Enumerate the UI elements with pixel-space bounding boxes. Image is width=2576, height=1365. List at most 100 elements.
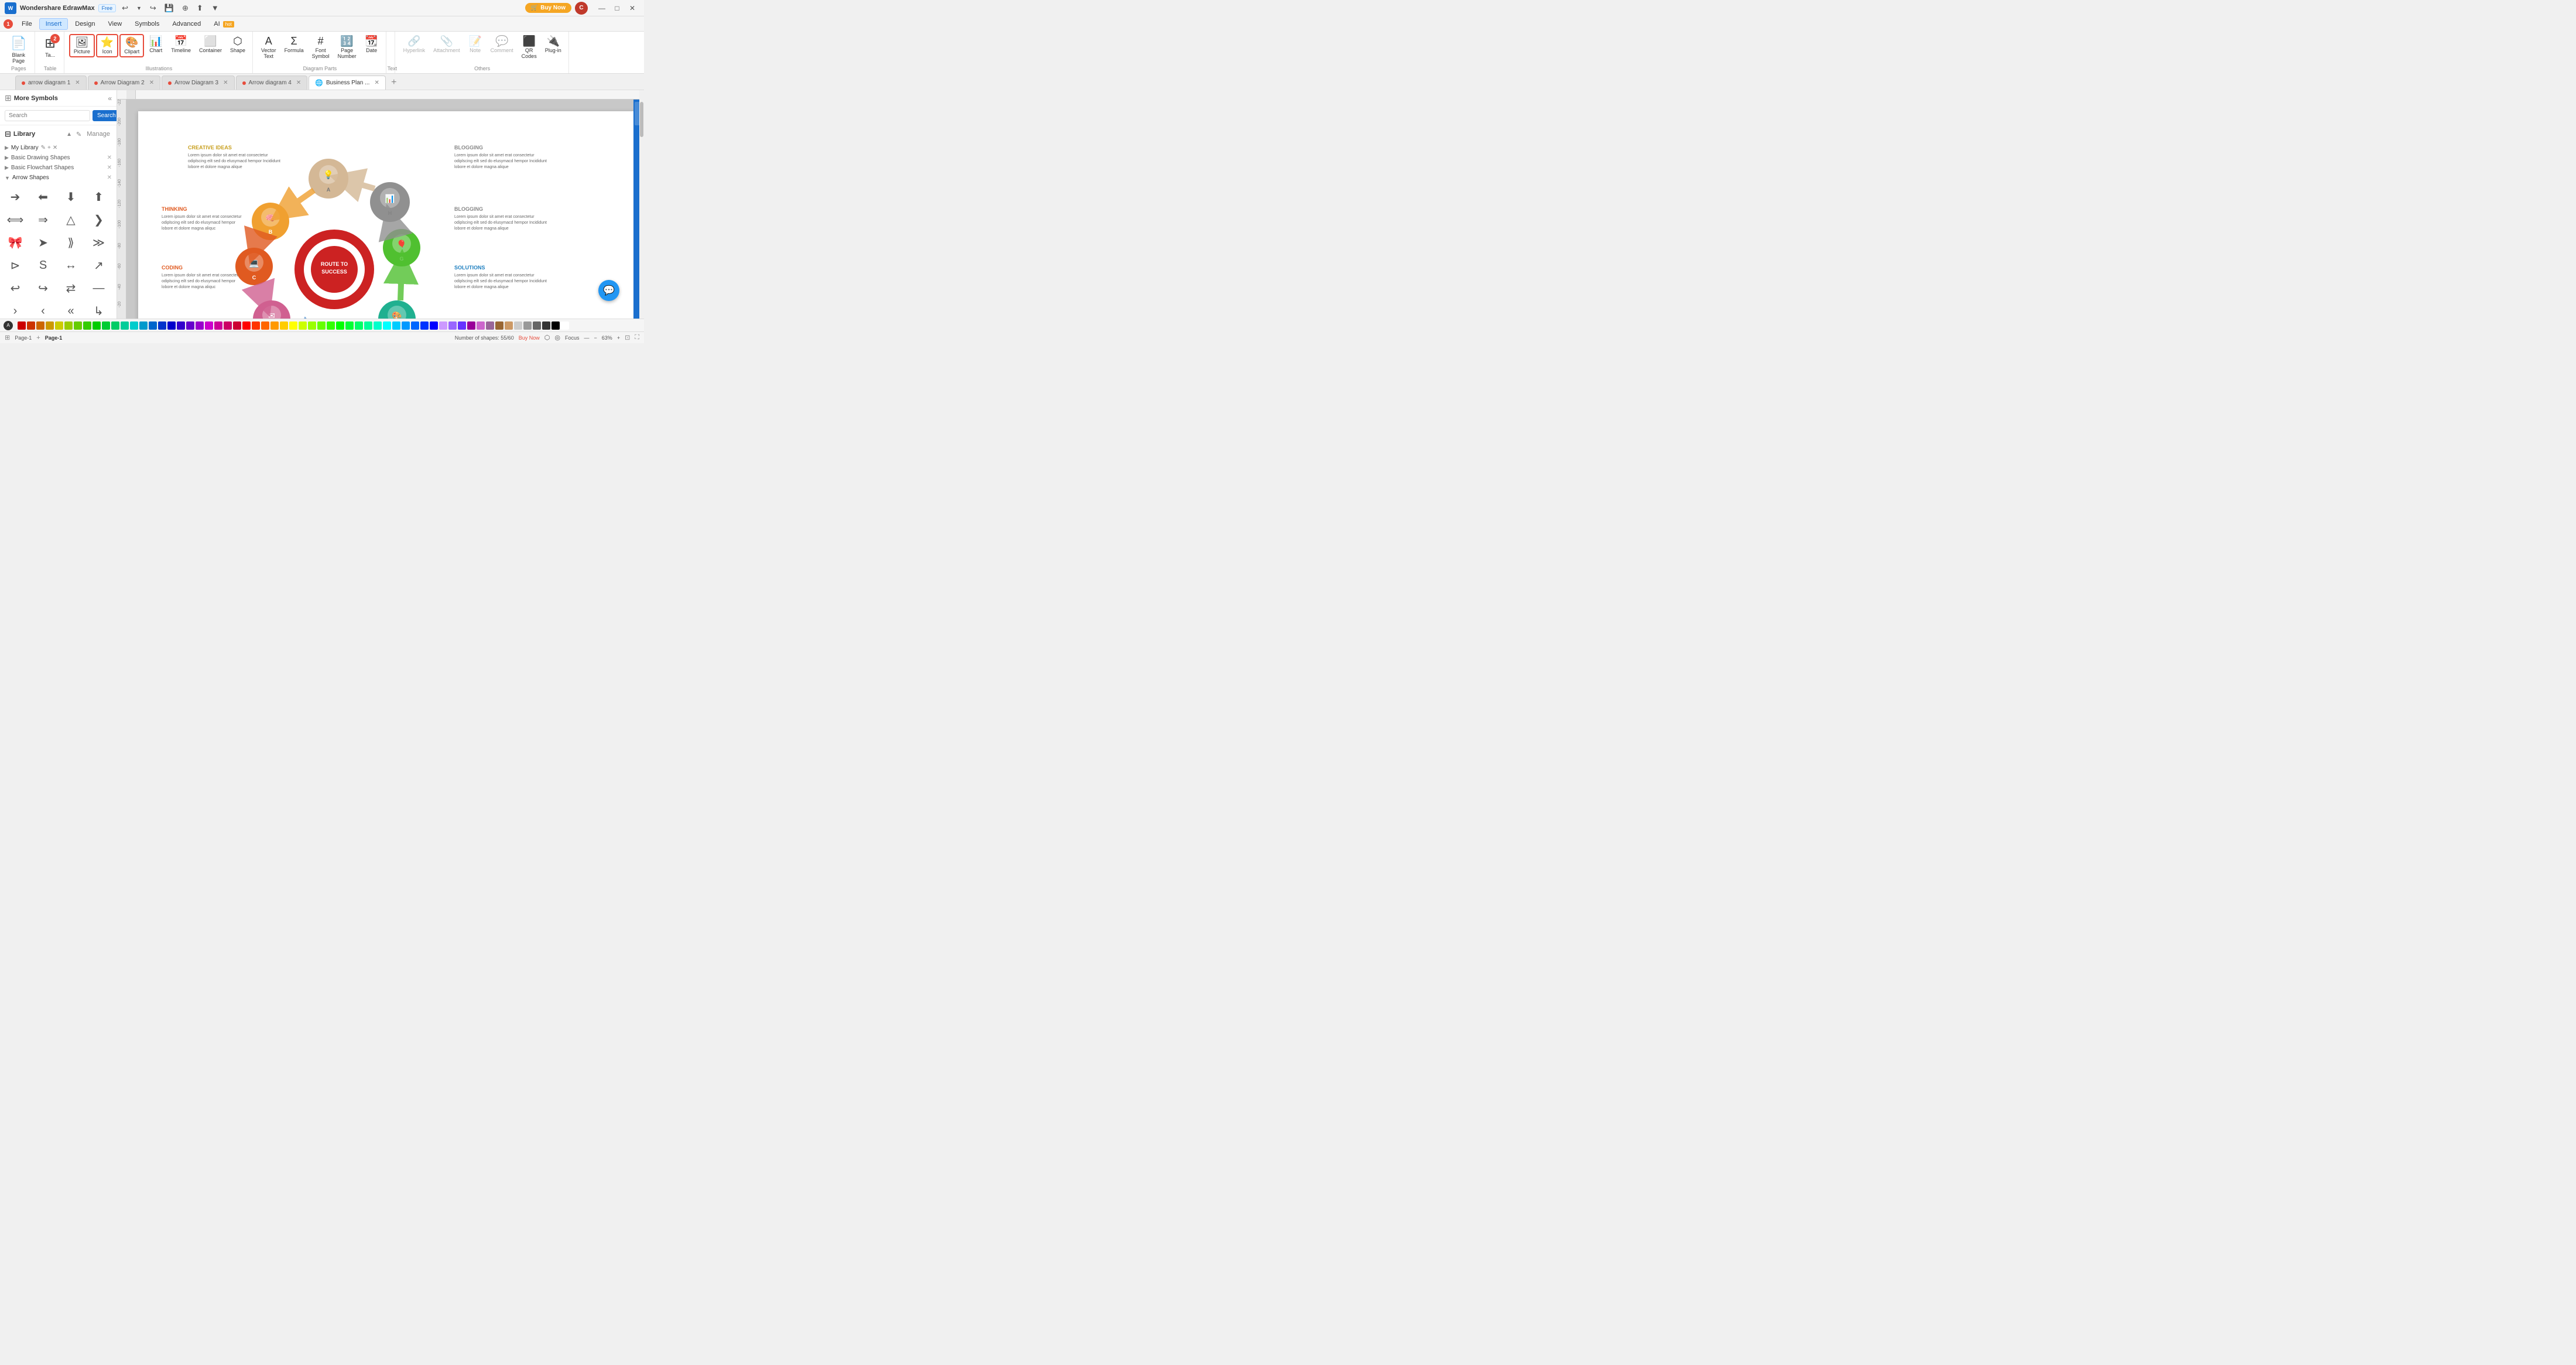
- fit-page-button[interactable]: ⊡: [625, 334, 630, 341]
- tab-arrow-diagram-2[interactable]: Arrow Diagram 2 ✕: [88, 76, 160, 90]
- shape-left-arrow[interactable]: ⬅: [32, 186, 55, 207]
- color-swatch[interactable]: [224, 321, 232, 330]
- buy-now-button[interactable]: 🛒 Buy Now: [525, 3, 571, 13]
- icon-button[interactable]: ⭐ Icon: [96, 34, 118, 57]
- color-swatch[interactable]: [495, 321, 503, 330]
- shape-curved-left[interactable]: ↩: [4, 278, 27, 299]
- tab4-close[interactable]: ✕: [296, 80, 301, 86]
- basic-flowchart-shapes-item[interactable]: ▶ Basic Flowchart Shapes ✕: [0, 163, 117, 173]
- tab-business-plan[interactable]: 🌐 Business Plan ... ✕: [309, 76, 386, 90]
- color-swatch[interactable]: [551, 321, 560, 330]
- color-swatch[interactable]: [242, 321, 251, 330]
- color-swatch[interactable]: [420, 321, 429, 330]
- color-swatch[interactable]: [74, 321, 82, 330]
- arrow-shapes-close-icon[interactable]: ✕: [107, 175, 112, 181]
- hyperlink-button[interactable]: 🔗 Hyperlink: [400, 34, 429, 55]
- menu-design[interactable]: Design: [69, 19, 101, 29]
- color-swatch[interactable]: [477, 321, 485, 330]
- share-button[interactable]: ⬆: [194, 2, 205, 14]
- close-button[interactable]: ✕: [625, 2, 639, 15]
- shape-lr-double[interactable]: ↔: [59, 255, 83, 276]
- maximize-button[interactable]: □: [610, 2, 624, 15]
- shape-small-left2[interactable]: «: [59, 300, 83, 319]
- my-library-row[interactable]: ▶ My Library ✎ + ✕: [0, 143, 117, 153]
- color-swatch[interactable]: [533, 321, 541, 330]
- color-swatch[interactable]: [36, 321, 44, 330]
- tab1-close[interactable]: ✕: [75, 80, 80, 86]
- color-swatch[interactable]: [392, 321, 400, 330]
- color-swatch[interactable]: [364, 321, 372, 330]
- color-swatch[interactable]: [83, 321, 91, 330]
- color-swatch[interactable]: [448, 321, 457, 330]
- color-swatch[interactable]: [345, 321, 354, 330]
- tab5-close[interactable]: ✕: [374, 80, 379, 86]
- color-swatch[interactable]: [139, 321, 148, 330]
- menu-symbols[interactable]: Symbols: [129, 19, 165, 29]
- color-swatch[interactable]: [130, 321, 138, 330]
- arrow-shapes-item[interactable]: ▼ Arrow Shapes ✕: [0, 173, 117, 183]
- color-swatch[interactable]: [523, 321, 532, 330]
- color-swatch[interactable]: [111, 321, 119, 330]
- vector-text-button[interactable]: A VectorText: [258, 34, 280, 61]
- tab-arrow-diagram-4[interactable]: Arrow diagram 4 ✕: [236, 76, 308, 90]
- menu-ai[interactable]: AI hot: [208, 19, 240, 29]
- shape-notch-arrow[interactable]: ⊳: [4, 255, 27, 276]
- color-swatch[interactable]: [514, 321, 522, 330]
- qr-codes-button[interactable]: ⬛ QRCodes: [518, 34, 540, 61]
- panel-collapse-button[interactable]: «: [108, 94, 112, 102]
- picture-button[interactable]: 🖼 Picture: [69, 34, 95, 57]
- color-swatch[interactable]: [64, 321, 73, 330]
- menu-insert[interactable]: Insert: [39, 18, 68, 30]
- color-swatch[interactable]: [158, 321, 166, 330]
- shape-lr-arrows[interactable]: ⇄: [59, 278, 83, 299]
- tab2-close[interactable]: ✕: [149, 80, 154, 86]
- add-page-button[interactable]: +: [36, 334, 40, 341]
- clipart-button[interactable]: 🎨 Clipart: [119, 34, 144, 57]
- color-swatch[interactable]: [561, 321, 569, 330]
- more-button[interactable]: ▼: [209, 2, 221, 13]
- color-swatch[interactable]: [233, 321, 241, 330]
- minimize-button[interactable]: —: [595, 2, 609, 15]
- shape-curved-right[interactable]: ↪: [32, 278, 55, 299]
- redo-button[interactable]: ↪: [148, 2, 159, 14]
- color-swatch[interactable]: [486, 321, 494, 330]
- color-swatch[interactable]: [252, 321, 260, 330]
- basic-drawing-shapes-item[interactable]: ▶ Basic Drawing Shapes ✕: [0, 153, 117, 163]
- shape-small-right[interactable]: ›: [4, 300, 27, 319]
- library-edit-button[interactable]: ✎: [74, 130, 83, 139]
- color-swatch[interactable]: [355, 321, 363, 330]
- color-swatch[interactable]: [27, 321, 35, 330]
- color-swatch[interactable]: [205, 321, 213, 330]
- menu-file[interactable]: File: [16, 19, 38, 29]
- color-swatch[interactable]: [542, 321, 550, 330]
- shape-up-arrow[interactable]: ⬆: [87, 186, 111, 207]
- vertical-scrollbar[interactable]: [639, 100, 644, 319]
- page-thumbnail-button[interactable]: ⊞: [5, 334, 10, 341]
- shape-right-outline-arrow[interactable]: ⇒: [32, 209, 55, 230]
- shape-s-arrow[interactable]: S: [32, 255, 55, 276]
- undo-button[interactable]: ↩: [119, 2, 131, 14]
- menu-view[interactable]: View: [102, 19, 128, 29]
- note-button[interactable]: 📝 Note: [465, 34, 486, 55]
- color-swatch[interactable]: [402, 321, 410, 330]
- undo-dropdown-button[interactable]: ▼: [134, 4, 144, 12]
- color-swatch[interactable]: [308, 321, 316, 330]
- plugin-button[interactable]: 🔌 Plug-in: [542, 34, 565, 55]
- color-swatch[interactable]: [177, 321, 185, 330]
- comment-button[interactable]: 💬 Comment: [487, 34, 517, 55]
- color-swatch[interactable]: [336, 321, 344, 330]
- shape-right-chevron[interactable]: ❯: [87, 209, 111, 230]
- attachment-button[interactable]: 📎 Attachment: [430, 34, 464, 55]
- shape-short-line[interactable]: —: [87, 278, 111, 299]
- fullscreen-button[interactable]: ⛶: [635, 334, 639, 341]
- color-swatch[interactable]: [270, 321, 279, 330]
- color-swatch[interactable]: [458, 321, 466, 330]
- menu-advanced[interactable]: Advanced: [166, 19, 207, 29]
- page-number-button[interactable]: 🔢 PageNumber: [334, 34, 360, 61]
- scrollbar-thumb[interactable]: [640, 102, 643, 137]
- color-swatch[interactable]: [102, 321, 110, 330]
- date-button[interactable]: 📆 Date: [361, 34, 382, 55]
- manage-button[interactable]: Manage: [85, 130, 112, 139]
- color-swatch[interactable]: [467, 321, 475, 330]
- basic-drawing-close-icon[interactable]: ✕: [107, 155, 112, 161]
